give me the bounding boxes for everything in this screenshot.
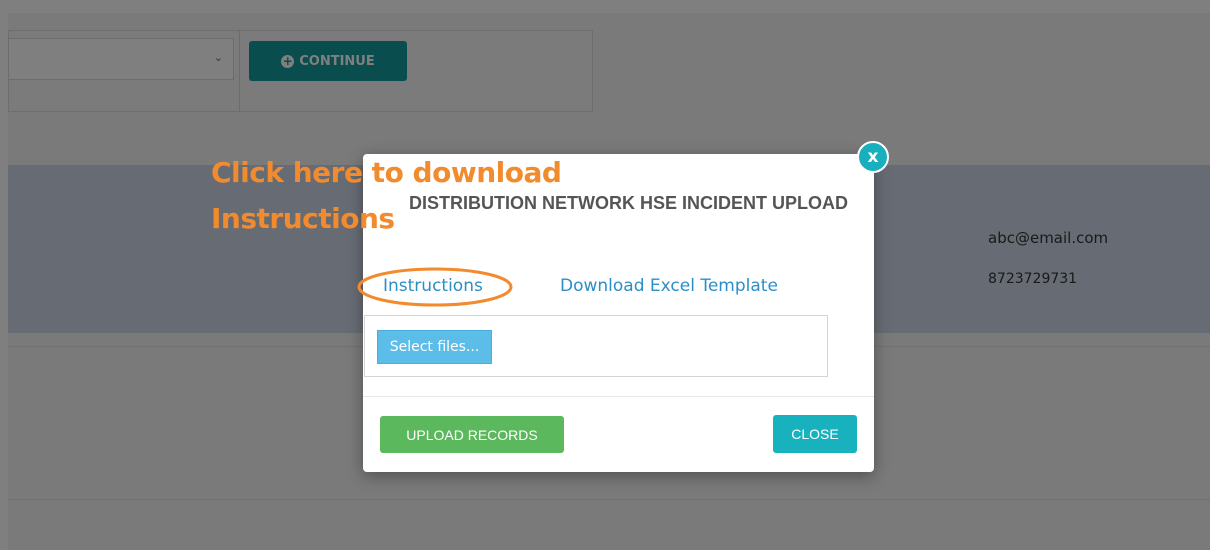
select-files-button[interactable]: Select files...	[377, 330, 492, 364]
modal-footer-divider	[363, 396, 874, 397]
download-template-link[interactable]: Download Excel Template	[560, 276, 778, 296]
callout-text: Click here to download Instructions	[211, 156, 562, 235]
highlight-ellipse	[357, 267, 513, 307]
upload-records-button[interactable]: UPLOAD RECORDS	[380, 416, 564, 453]
close-icon: x	[867, 147, 879, 167]
close-button[interactable]: CLOSE	[773, 415, 857, 453]
close-modal-icon[interactable]: x	[857, 141, 889, 173]
